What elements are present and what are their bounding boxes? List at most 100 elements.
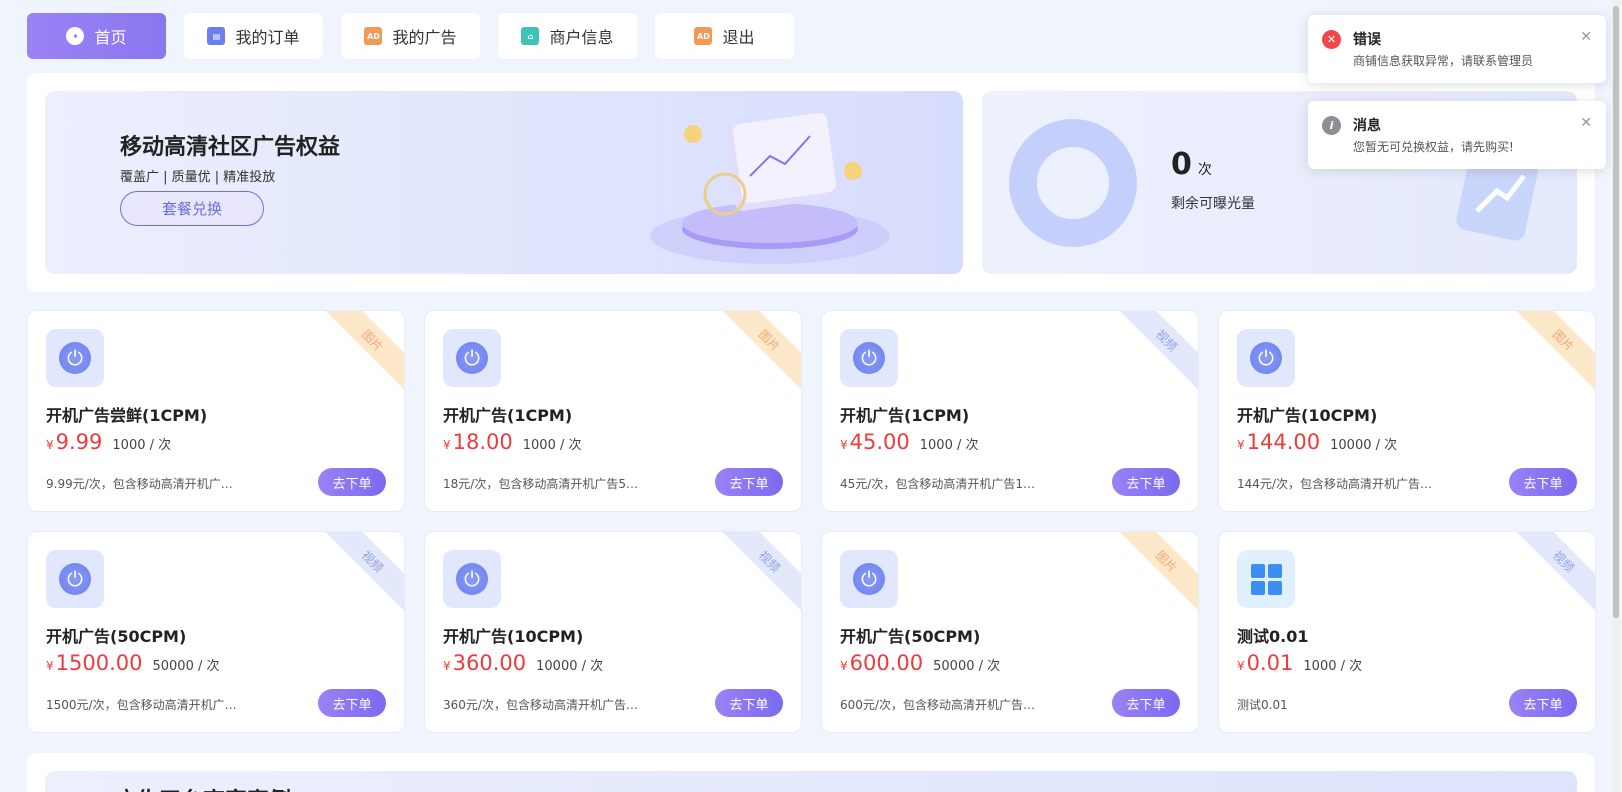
currency-symbol: ¥ [840, 438, 848, 452]
place-order-button[interactable]: 去下单 [318, 689, 386, 717]
package-exchange-button[interactable]: 套餐兑换 [120, 191, 264, 226]
product-tag: 视频 [317, 532, 404, 617]
info-notification: i 消息 您暂无可兑换权益，请先购买! ✕ [1308, 101, 1606, 169]
price-unit: 1000 / 次 [522, 438, 582, 453]
price-row: ¥ 0.01 1000 / 次 [1237, 651, 1362, 675]
notification-title: 错误 [1353, 32, 1381, 48]
home-icon: ✦ [66, 27, 85, 45]
nav-merchant-info-label: 商户信息 [549, 28, 614, 47]
scrollbar-thumb[interactable] [1613, 6, 1619, 618]
nav-home[interactable]: ✦ 首页 [27, 13, 166, 59]
nav-logout[interactable]: AD 退出 [655, 13, 794, 59]
power-icon: ⏻ [46, 550, 104, 608]
product-description: 360元/次，包含移动高清开机广告… [443, 698, 638, 712]
case-study-banner: 广告平台商家案例 [45, 771, 1577, 792]
product-price: 360.00 [452, 651, 527, 675]
currency-symbol: ¥ [1237, 659, 1245, 673]
place-order-button[interactable]: 去下单 [1112, 468, 1180, 496]
product-price: 45.00 [849, 430, 910, 454]
product-title: 开机广告(1CPM) [443, 406, 573, 425]
banner-subtitle: 覆盖广 | 质量优 | 精准投放 [120, 170, 276, 185]
product-card: 图片 ⏻ 开机广告(10CPM) ¥ 144.00 10000 / 次 144元… [1218, 310, 1596, 512]
nav-my-ads[interactable]: AD 我的广告 [341, 13, 480, 59]
price-row: ¥ 144.00 10000 / 次 [1237, 430, 1397, 454]
product-card: 视频 测试0.01 ¥ 0.01 1000 / 次 测试0.01 去下单 [1218, 531, 1596, 733]
power-icon: ⏻ [840, 329, 898, 387]
price-unit: 50000 / 次 [933, 659, 1001, 674]
nav-home-label: 首页 [94, 28, 127, 47]
error-icon: ✕ [1322, 30, 1341, 49]
banner-title: 移动高清社区广告权益 [120, 135, 341, 160]
close-icon[interactable]: ✕ [1580, 29, 1592, 45]
product-description: 45元/次，包含移动高清开机广告1… [840, 477, 1035, 491]
store-icon: ⌂ [521, 27, 540, 45]
price-unit: 1000 / 次 [1303, 659, 1363, 674]
notification-message: 您暂无可兑换权益，请先购买! [1353, 140, 1514, 154]
product-price: 1500.00 [55, 651, 143, 675]
power-icon: ⏻ [840, 550, 898, 608]
product-description: 18元/次，包含移动高清开机广告5… [443, 477, 638, 491]
order-icon: ▤ [207, 27, 226, 45]
price-row: ¥ 1500.00 50000 / 次 [46, 651, 219, 675]
currency-symbol: ¥ [443, 659, 451, 673]
nav-merchant-info[interactable]: ⌂ 商户信息 [498, 13, 637, 59]
price-unit: 1000 / 次 [919, 438, 979, 453]
stats-unit: 次 [1197, 162, 1212, 178]
place-order-button[interactable]: 去下单 [1112, 689, 1180, 717]
product-card: 图片 ⏻ 开机广告(1CPM) ¥ 18.00 1000 / 次 18元/次，包… [424, 310, 802, 512]
place-order-button[interactable]: 去下单 [318, 468, 386, 496]
case-study-panel: 广告平台商家案例 [27, 753, 1595, 792]
power-icon: ⏻ [1237, 329, 1295, 387]
product-card: 图片 ⏻ 开机广告尝鲜(1CPM) ¥ 9.99 1000 / 次 9.99元/… [27, 310, 405, 512]
page-scrollbar[interactable] [1612, 0, 1620, 792]
product-tag: 图片 [317, 311, 404, 396]
currency-symbol: ¥ [46, 438, 54, 452]
product-price: 18.00 [452, 430, 513, 454]
notification-title: 消息 [1353, 118, 1381, 134]
price-unit: 10000 / 次 [536, 659, 604, 674]
product-description: 144元/次，包含移动高清开机广告… [1237, 477, 1432, 491]
power-icon: ⏻ [443, 329, 501, 387]
currency-symbol: ¥ [46, 659, 54, 673]
product-description: 1500元/次，包含移动高清开机广… [46, 698, 237, 712]
product-description: 600元/次，包含移动高清开机广告… [840, 698, 1035, 712]
place-order-button[interactable]: 去下单 [1509, 468, 1577, 496]
price-row: ¥ 18.00 1000 / 次 [443, 430, 582, 454]
stats-label: 剩余可曝光量 [1171, 196, 1255, 212]
product-card: 视频 ⏻ 开机广告(50CPM) ¥ 1500.00 50000 / 次 150… [27, 531, 405, 733]
place-order-button[interactable]: 去下单 [715, 689, 783, 717]
remaining-exposure-count: 0次 [1171, 147, 1212, 182]
price-row: ¥ 600.00 50000 / 次 [840, 651, 1000, 675]
nav-my-ads-label: 我的广告 [392, 28, 457, 47]
power-icon: ⏻ [443, 550, 501, 608]
product-tag: 图片 [714, 311, 801, 396]
ad-icon: AD [694, 27, 713, 45]
product-tag: 图片 [1508, 311, 1595, 396]
nav-my-orders[interactable]: ▤ 我的订单 [184, 13, 323, 59]
error-notification: ✕ 错误 商铺信息获取异常，请联系管理员 ✕ [1308, 15, 1606, 83]
product-title: 开机广告(10CPM) [443, 627, 584, 646]
product-price: 144.00 [1246, 430, 1321, 454]
place-order-button[interactable]: 去下单 [715, 468, 783, 496]
price-row: ¥ 360.00 10000 / 次 [443, 651, 603, 675]
case-study-title: 广告平台商家案例 [115, 783, 291, 792]
product-card: 视频 ⏻ 开机广告(1CPM) ¥ 45.00 1000 / 次 45元/次，包… [821, 310, 1199, 512]
product-tag: 视频 [1508, 532, 1595, 617]
place-order-button[interactable]: 去下单 [1509, 689, 1577, 717]
product-title: 开机广告(1CPM) [840, 406, 970, 425]
product-title: 开机广告(10CPM) [1237, 406, 1378, 425]
price-row: ¥ 9.99 1000 / 次 [46, 430, 171, 454]
product-title: 开机广告(50CPM) [46, 627, 187, 646]
product-description: 9.99元/次，包含移动高清开机广… [46, 477, 233, 491]
product-card: 视频 ⏻ 开机广告(10CPM) ¥ 360.00 10000 / 次 360元… [424, 531, 802, 733]
nav-logout-label: 退出 [722, 28, 755, 47]
close-icon[interactable]: ✕ [1580, 115, 1592, 131]
product-description: 测试0.01 [1237, 698, 1288, 712]
notification-message: 商铺信息获取异常，请联系管理员 [1353, 54, 1534, 68]
product-price: 600.00 [849, 651, 924, 675]
product-title: 开机广告尝鲜(1CPM) [46, 406, 208, 425]
price-row: ¥ 45.00 1000 / 次 [840, 430, 979, 454]
price-unit: 1000 / 次 [112, 438, 172, 453]
top-nav: ✦ 首页 ▤ 我的订单 AD 我的广告 ⌂ 商户信息 AD 退出 [27, 13, 794, 59]
power-icon: ⏻ [46, 329, 104, 387]
